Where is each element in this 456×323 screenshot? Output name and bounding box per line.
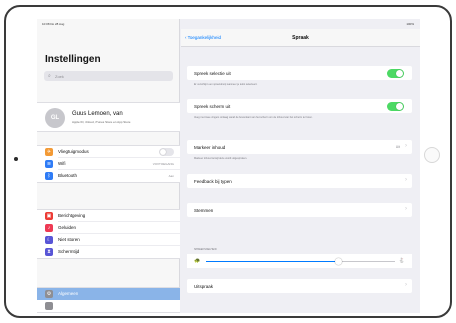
- turtle-icon: 🐢: [194, 258, 201, 264]
- sidebar-item-wifi[interactable]: ≋ Wifi VOXTOEGANG: [37, 158, 180, 170]
- bluetooth-status-value: Aan: [168, 174, 174, 178]
- speaking-rate-slider[interactable]: [206, 258, 395, 265]
- speak-selection-label: Spreek selectie uit: [194, 71, 231, 76]
- speak-screen-footer: Veeg met twee vingers omlaag vanaf de bo…: [194, 116, 313, 119]
- speaking-rate-row: 🐢 🐇: [187, 254, 412, 268]
- sounds-icon: ♪: [45, 224, 53, 232]
- speak-selection-toggle[interactable]: [387, 69, 404, 78]
- chevron-right-icon: ›: [405, 177, 407, 183]
- screen: Instellingen ⌕ Zoek GL Guus Lemoen, van …: [37, 19, 420, 313]
- pronunciations-row[interactable]: Uitspraak ›: [187, 279, 412, 293]
- search-field[interactable]: ⌕ Zoek: [44, 71, 173, 81]
- sidebar-item-general[interactable]: ⚙ Algemeen: [37, 288, 180, 300]
- connectivity-group: ✈ Vliegtuigmodus ≋ Wifi VOXTOEGANG ᛒ Blu…: [37, 145, 180, 183]
- sidebar-item-label: Vliegtuigmodus: [58, 149, 89, 154]
- page-title: Spraak: [292, 35, 309, 41]
- sidebar-item-label: Bluetooth: [58, 173, 78, 178]
- hare-icon: 🐇: [398, 258, 405, 264]
- bluetooth-icon: ᛒ: [45, 172, 53, 180]
- sidebar-item-label: Geluiden: [58, 225, 77, 230]
- notifications-group: ▣ Berichtgeving ♪ Geluiden ☾ Niet storen…: [37, 209, 180, 259]
- sidebar-item-bluetooth[interactable]: ᛒ Bluetooth Aan: [37, 170, 180, 182]
- sidebar-item-do-not-disturb[interactable]: ☾ Niet storen: [37, 234, 180, 246]
- sidebar-item-label: Algemeen: [58, 291, 79, 296]
- gear-icon: ⚙: [45, 290, 53, 298]
- sidebar-item-screen-time[interactable]: ⧗ Schermtijd: [37, 246, 180, 258]
- voices-row[interactable]: Stemmen ›: [187, 203, 412, 217]
- airplane-icon: ✈: [45, 148, 53, 156]
- home-button[interactable]: [424, 147, 440, 163]
- slider-fill: [206, 261, 339, 262]
- speak-screen-toggle[interactable]: [387, 102, 404, 111]
- sidebar-item-sounds[interactable]: ♪ Geluiden: [37, 222, 180, 234]
- sidebar-title: Instellingen: [45, 54, 101, 65]
- sidebar-item-next[interactable]: [37, 300, 180, 312]
- moon-icon: ☾: [45, 236, 53, 244]
- speaking-rate-header: SPREEKSNELHEID: [194, 248, 217, 251]
- slider-thumb[interactable]: [335, 258, 343, 265]
- airplane-mode-toggle[interactable]: [159, 148, 174, 156]
- sidebar-item-label: Wifi: [58, 161, 66, 166]
- avatar: GL: [45, 108, 65, 128]
- typing-feedback-row[interactable]: Feedback bij typen ›: [187, 174, 412, 188]
- speak-selection-footer: Er verschijnt een spreekknop wanneer je …: [194, 83, 258, 86]
- search-icon: ⌕: [48, 73, 51, 79]
- hourglass-icon: ⧗: [45, 248, 53, 256]
- sidebar-item-label: Berichtgeving: [58, 213, 86, 218]
- profile-name: Guus Lemoen, van: [72, 111, 123, 117]
- notifications-icon: ▣: [45, 212, 53, 220]
- pronunciations-label: Uitspraak: [194, 284, 214, 289]
- speech-settings-pane: ‹ Toegankelijkheid Spraak Spreek selecti…: [181, 19, 420, 313]
- chevron-right-icon: ›: [405, 206, 407, 212]
- status-battery: 100%: [406, 22, 414, 26]
- chevron-right-icon: ›: [405, 282, 407, 288]
- general-group: ⚙ Algemeen: [37, 287, 180, 313]
- settings-sidebar: Instellingen ⌕ Zoek GL Guus Lemoen, van …: [37, 19, 180, 313]
- speak-screen-row: Spreek scherm uit: [187, 99, 412, 113]
- wifi-icon: ≋: [45, 160, 53, 168]
- highlight-content-row[interactable]: Markeer inhoud Uit ›: [187, 140, 412, 154]
- apple-id-profile[interactable]: GL Guus Lemoen, van Apple ID, iCloud, iT…: [37, 102, 180, 132]
- chevron-right-icon: ›: [405, 143, 407, 149]
- profile-subtitle: Apple ID, iCloud, iTunes Store en App St…: [72, 120, 131, 124]
- sidebar-item-notifications[interactable]: ▣ Berichtgeving: [37, 210, 180, 222]
- search-placeholder: Zoek: [55, 74, 64, 79]
- highlight-content-label: Markeer inhoud: [194, 145, 226, 150]
- sidebar-item-airplane-mode[interactable]: ✈ Vliegtuigmodus: [37, 146, 180, 158]
- status-time: 10:08 Do 28 Aug: [42, 22, 65, 26]
- front-camera: [14, 157, 18, 161]
- voices-label: Stemmen: [194, 208, 214, 213]
- highlight-content-value: Uit: [395, 145, 400, 149]
- navigation-bar: ‹ Toegankelijkheid Spraak: [181, 29, 420, 47]
- speak-selection-row: Spreek selectie uit: [187, 66, 412, 80]
- settings-icon: [45, 302, 53, 310]
- wifi-network-value: VOXTOEGANG: [152, 162, 174, 166]
- typing-feedback-label: Feedback bij typen: [194, 179, 232, 184]
- highlight-content-footer: Markeer inhoud terwijl deze wordt uitges…: [194, 157, 248, 160]
- sidebar-item-label: Schermtijd: [58, 249, 80, 254]
- speak-screen-label: Spreek scherm uit: [194, 104, 231, 109]
- sidebar-item-label: Niet storen: [58, 237, 80, 242]
- status-bar: 10:08 Do 28 Aug 100%: [37, 19, 420, 29]
